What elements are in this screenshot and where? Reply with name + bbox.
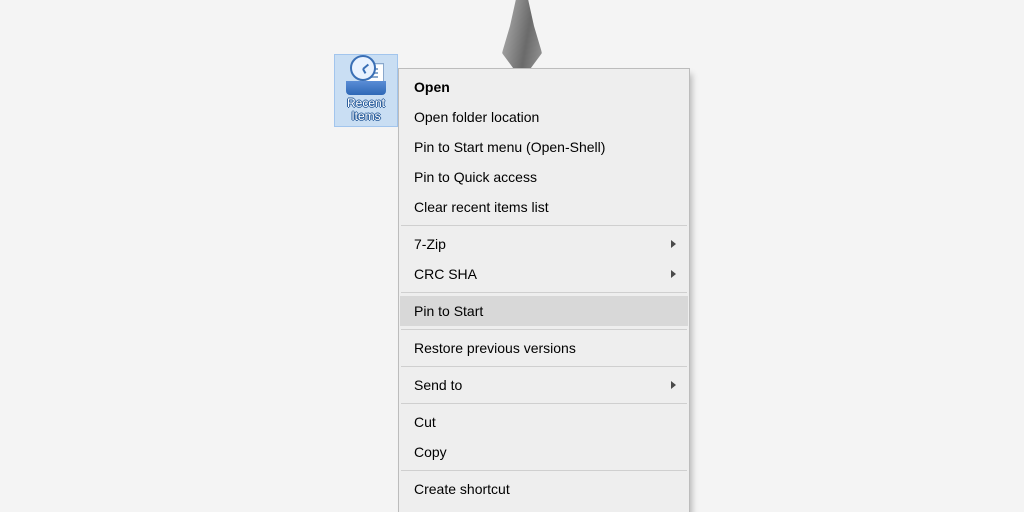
context-menu-item[interactable]: Create shortcut: [400, 474, 688, 504]
context-menu-item[interactable]: Open folder location: [400, 102, 688, 132]
context-menu-item[interactable]: Send to: [400, 370, 688, 400]
context-menu-item-label: Cut: [414, 415, 436, 429]
context-menu-item[interactable]: Copy: [400, 437, 688, 467]
context-menu-item[interactable]: Delete: [400, 504, 688, 512]
context-menu-item-label: Restore previous versions: [414, 341, 576, 355]
context-menu-item[interactable]: Open: [400, 72, 688, 102]
context-menu-item-label: CRC SHA: [414, 267, 477, 281]
context-menu-item-label: Send to: [414, 378, 462, 392]
context-menu-separator: [401, 366, 687, 367]
chevron-right-icon: [671, 381, 676, 389]
recent-items-icon: [346, 59, 386, 95]
context-menu-item-label: Clear recent items list: [414, 200, 549, 214]
context-menu-item-label: Pin to Start: [414, 304, 483, 318]
context-menu-item[interactable]: Pin to Start: [400, 296, 688, 326]
context-menu-item[interactable]: Pin to Quick access: [400, 162, 688, 192]
context-menu-item-label: Pin to Start menu (Open-Shell): [414, 140, 605, 154]
context-menu-item-label: Open: [414, 80, 450, 94]
context-menu-separator: [401, 470, 687, 471]
context-menu-item[interactable]: Clear recent items list: [400, 192, 688, 222]
context-menu-item-label: 7-Zip: [414, 237, 446, 251]
context-menu-item-label: Open folder location: [414, 110, 539, 124]
context-menu-item[interactable]: 7-Zip: [400, 229, 688, 259]
context-menu-item-label: Create shortcut: [414, 482, 510, 496]
context-menu-item[interactable]: Pin to Start menu (Open-Shell): [400, 132, 688, 162]
context-menu-separator: [401, 292, 687, 293]
context-menu-item[interactable]: CRC SHA: [400, 259, 688, 289]
chevron-right-icon: [671, 240, 676, 248]
recent-items-shortcut[interactable]: Recent Items: [335, 55, 397, 126]
context-menu-item[interactable]: Cut: [400, 407, 688, 437]
chevron-right-icon: [671, 270, 676, 278]
desktop[interactable]: Recent Items Open Open folder location Pin…: [0, 0, 1024, 512]
context-menu-separator: [401, 225, 687, 226]
context-menu-item[interactable]: Restore previous versions: [400, 333, 688, 363]
icon-label-line2: Items: [335, 110, 397, 123]
context-menu-item-label: Copy: [414, 445, 447, 459]
context-menu-separator: [401, 329, 687, 330]
context-menu-item-label: Pin to Quick access: [414, 170, 537, 184]
context-menu-separator: [401, 403, 687, 404]
context-menu: Open Open folder location Pin to Start men…: [398, 68, 690, 512]
